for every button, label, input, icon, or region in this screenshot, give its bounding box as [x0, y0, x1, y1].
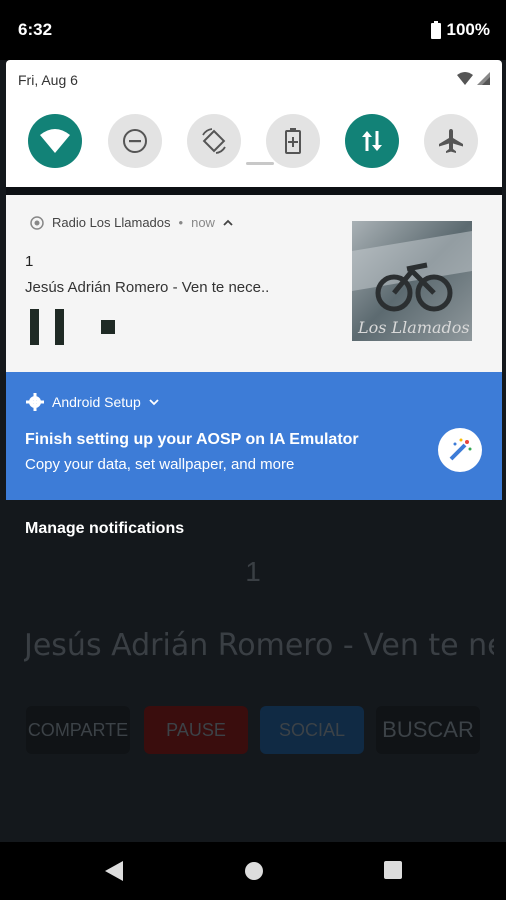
pause-icon[interactable] [30, 309, 64, 345]
setup-notification[interactable]: Android Setup Finish setting up your AOS… [6, 372, 502, 500]
chevron-up-icon[interactable] [223, 219, 233, 226]
bg-track-number: 1 [245, 556, 261, 587]
radio-app-icon [30, 215, 44, 230]
gear-icon [26, 393, 44, 411]
qs-divider [6, 187, 502, 195]
auto-rotate-tile[interactable] [187, 114, 241, 168]
media-notification-header: Radio Los Llamados • now [30, 215, 233, 230]
chevron-down-icon[interactable] [149, 398, 159, 406]
media-track-number: 1 [25, 253, 34, 270]
home-icon[interactable] [244, 861, 264, 881]
header-separator: • [178, 215, 184, 230]
battery-saver-tile[interactable] [266, 114, 320, 168]
qs-signal [457, 72, 490, 85]
battery-icon [430, 21, 441, 39]
recents-icon[interactable] [384, 861, 402, 879]
battery-saver-icon [285, 128, 301, 154]
magic-wand-icon [449, 438, 472, 461]
album-art-text: Los Llamados [358, 318, 470, 337]
setup-subtitle: Copy your data, set wallpaper, and more [25, 456, 295, 473]
social-button[interactable]: SOCIAL [260, 706, 364, 754]
navigation-bar [0, 842, 506, 900]
wifi-signal-icon [457, 72, 473, 85]
stop-icon[interactable] [101, 320, 115, 334]
auto-rotate-icon [202, 128, 226, 154]
album-art: Los Llamados [352, 221, 472, 341]
airplane-icon [439, 129, 463, 153]
wifi-tile[interactable] [28, 114, 82, 168]
status-time: 6:32 [18, 20, 53, 39]
comparte-button[interactable]: COMPARTE [26, 706, 130, 754]
setup-wand-button[interactable] [438, 428, 482, 472]
dnd-tile[interactable] [108, 114, 162, 168]
setup-notification-header: Android Setup [26, 393, 159, 411]
do-not-disturb-icon [123, 129, 147, 153]
setup-title: Finish setting up your AOSP on IA Emulat… [25, 431, 359, 448]
pause-button[interactable]: PAUSE [144, 706, 248, 754]
airplane-mode-tile[interactable] [424, 114, 478, 168]
setup-app-name: Android Setup [52, 394, 141, 410]
cell-signal-icon [477, 72, 490, 85]
media-notification[interactable]: Radio Los Llamados • now 1 Jesús Adrián … [6, 195, 502, 372]
media-artist-title: Jesús Adrián Romero - Ven te nece.. [25, 279, 270, 296]
wifi-icon [40, 129, 70, 153]
media-time: now [191, 215, 215, 230]
status-right: 100% [430, 20, 490, 40]
back-icon[interactable] [105, 861, 123, 881]
qs-expand-handle[interactable] [246, 162, 274, 165]
mobile-data-icon [362, 131, 382, 151]
status-bar: 6:32 100% [0, 0, 506, 60]
quick-settings-panel: Fri, Aug 6 [6, 60, 502, 187]
media-app-name: Radio Los Llamados [52, 215, 171, 230]
manage-notifications-button[interactable]: Manage notifications [25, 520, 184, 538]
battery-percent: 100% [446, 20, 490, 39]
mobile-data-tile[interactable] [345, 114, 399, 168]
buscar-button[interactable]: BUSCAR [376, 706, 480, 754]
bg-song-title: Jesús Adrián Romero - Ven te necesito (.… [24, 628, 494, 663]
qs-date[interactable]: Fri, Aug 6 [18, 72, 78, 88]
